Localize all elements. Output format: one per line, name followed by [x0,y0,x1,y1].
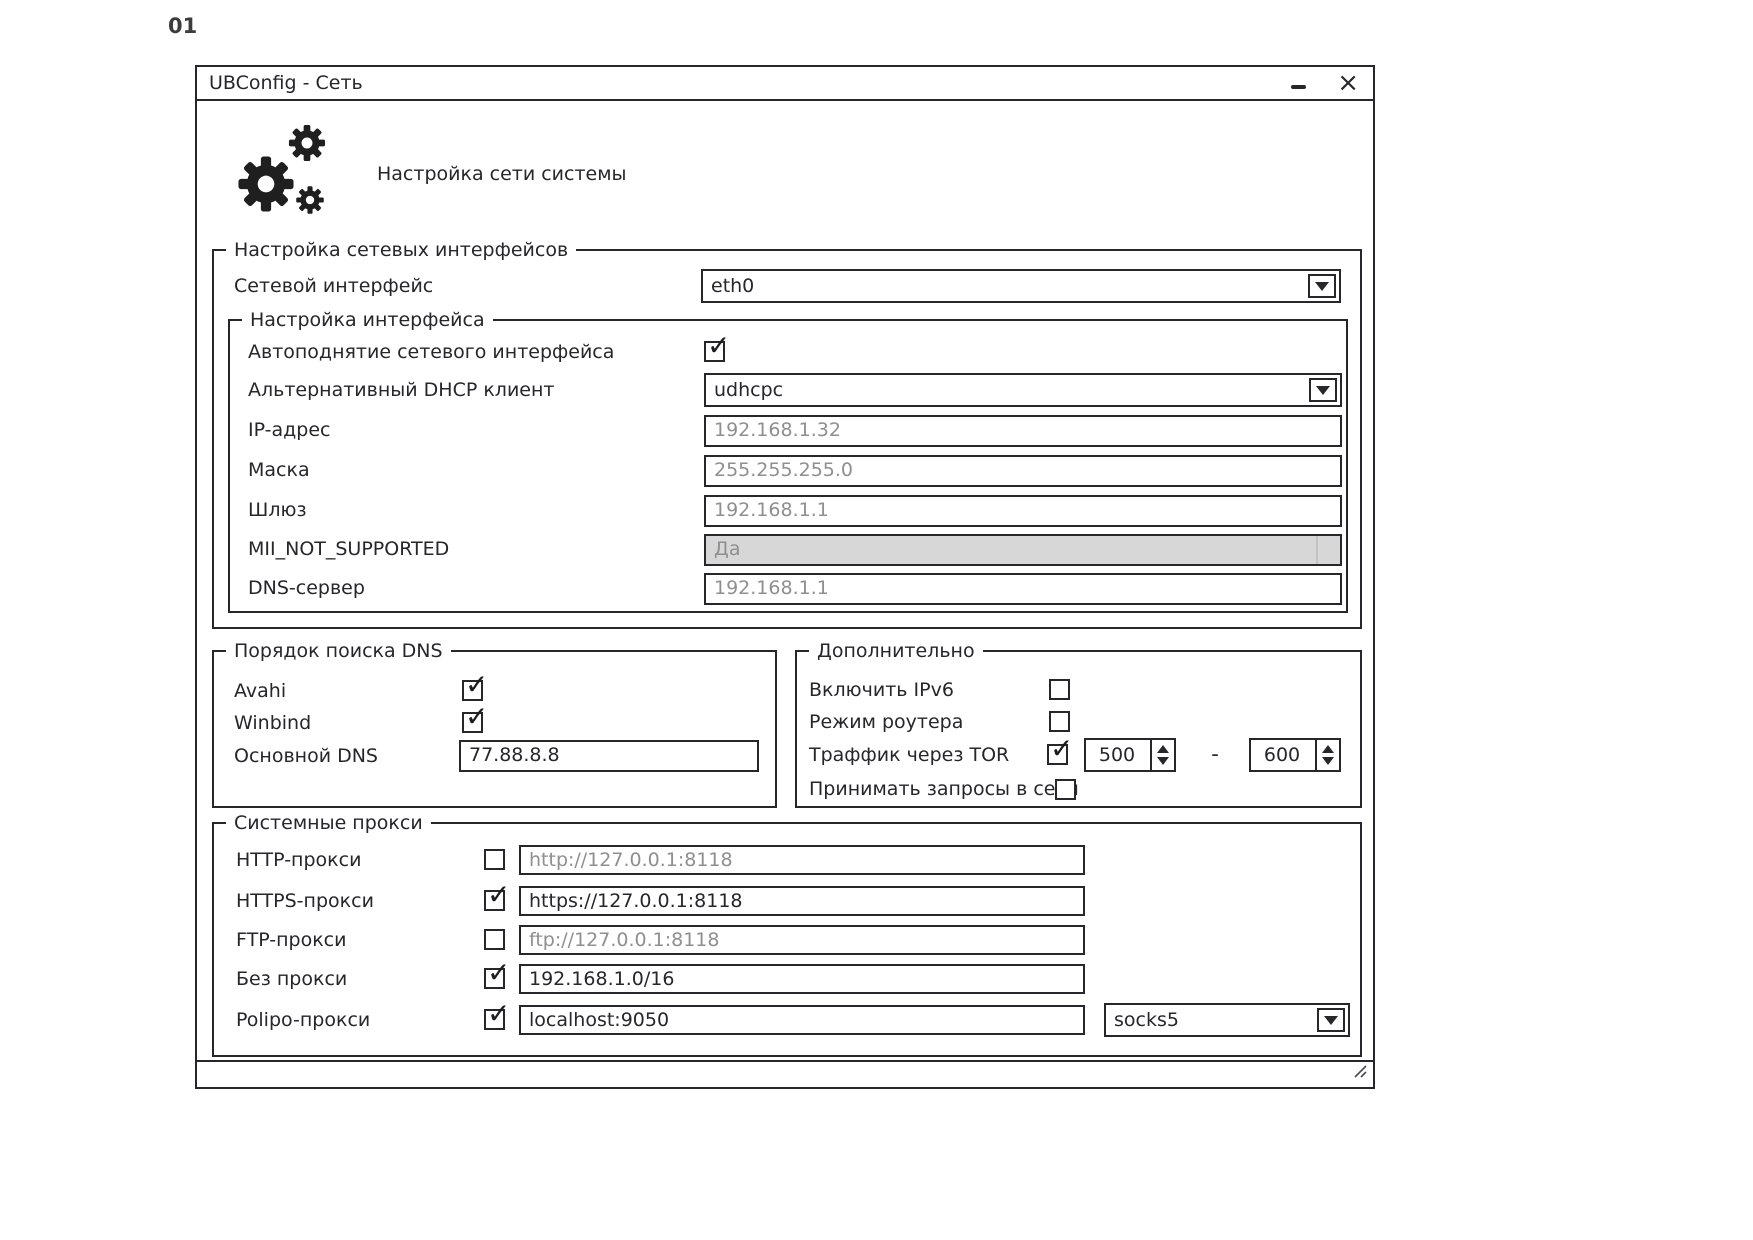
ftp-proxy-input[interactable]: ftp://127.0.0.1:8118 [519,925,1085,955]
group-interface-settings-legend: Настройка интерфейса [242,308,493,332]
title-bar: UBConfig - Сеть × [197,67,1373,101]
avahi-label: Avahi [234,680,286,702]
primary-dns-input[interactable]: 77.88.8.8 [459,740,759,772]
ftp-proxy-label: FTP-прокси [236,929,346,951]
dhcp-client-value: udhcpc [714,379,783,401]
ftp-proxy-checkbox[interactable] [484,929,505,950]
accept-requests-checkbox[interactable] [1055,779,1076,800]
tor-port-from-value: 500 [1086,744,1148,766]
tor-port-to-spinner[interactable]: 600 [1249,738,1341,772]
tor-port-to-value: 600 [1251,744,1313,766]
dhcp-client-label: Альтернативный DHCP клиент [248,379,554,401]
winbind-label: Winbind [234,712,311,734]
https-proxy-label: HTTPS-прокси [236,890,374,912]
mii-divider [1316,536,1318,564]
spinner-updown-icon[interactable] [1315,740,1339,770]
mii-label: MII_NOT_SUPPORTED [248,538,449,560]
page-number-label: 01 [168,14,197,38]
primary-dns-label: Основной DNS [234,745,378,767]
gears-icon [234,122,336,224]
minimize-icon [1291,85,1306,89]
netmask-label: Маска [248,459,310,481]
ip-address-label: IP-адрес [248,419,330,441]
ubconfig-window: UBConfig - Сеть × Настройка сети системы… [195,65,1375,1089]
group-interface-settings: Настройка интерфейса Автоподнятие сетево… [228,319,1348,613]
tor-checkbox[interactable] [1047,744,1068,765]
router-mode-checkbox[interactable] [1049,711,1070,732]
network-interface-select[interactable]: eth0 [701,269,1341,303]
close-button[interactable]: × [1337,73,1359,93]
group-dns-order: Порядок поиска DNS Avahi Winbind Основно… [212,650,777,808]
http-proxy-label: HTTP-прокси [236,849,361,871]
page-subtitle: Настройка сети системы [377,163,627,185]
http-proxy-checkbox[interactable] [484,849,505,870]
status-bar [197,1060,1373,1087]
mii-input: Да [704,534,1342,566]
mii-value: Да [714,538,741,560]
chevron-down-icon[interactable] [1317,1008,1345,1032]
network-interface-label: Сетевой интерфейс [234,275,433,297]
network-interface-value: eth0 [711,275,754,297]
minimize-button[interactable] [1289,73,1307,93]
router-mode-label: Режим роутера [809,711,963,733]
resize-grip[interactable] [1352,1063,1368,1083]
chevron-down-icon[interactable] [1309,378,1337,402]
ipv6-label: Включить IPv6 [809,679,954,701]
group-additional-legend: Дополнительно [809,639,983,663]
avahi-checkbox[interactable] [462,680,483,701]
spinner-updown-icon[interactable] [1150,740,1174,770]
auto-up-checkbox[interactable] [704,341,725,362]
group-system-proxy-legend: Системные прокси [226,811,431,835]
ipv6-checkbox[interactable] [1049,679,1070,700]
tor-port-from-spinner[interactable]: 500 [1084,738,1176,772]
tor-label: Траффик через TOR [809,744,1009,766]
winbind-checkbox[interactable] [462,712,483,733]
polipo-protocol-select[interactable]: socks5 [1104,1003,1350,1037]
gateway-input[interactable]: 192.168.1.1 [704,495,1342,527]
group-network-interfaces-legend: Настройка сетевых интерфейсов [226,238,576,262]
polipo-proxy-checkbox[interactable] [484,1009,505,1030]
polipo-protocol-value: socks5 [1114,1009,1179,1031]
polipo-proxy-label: Polipo-прокси [236,1009,370,1031]
group-network-interfaces: Настройка сетевых интерфейсов Сетевой ин… [212,249,1362,629]
no-proxy-input[interactable]: 192.168.1.0/16 [519,964,1085,994]
dhcp-client-select[interactable]: udhcpc [704,373,1342,407]
no-proxy-label: Без прокси [236,968,347,990]
accept-requests-label: Принимать запросы в сети [809,778,1079,800]
dns-server-label: DNS-сервер [248,577,365,599]
gateway-label: Шлюз [248,499,307,521]
range-dash: - [1193,742,1237,766]
group-dns-order-legend: Порядок поиска DNS [226,639,451,663]
netmask-input[interactable]: 255.255.255.0 [704,455,1342,487]
no-proxy-checkbox[interactable] [484,968,505,989]
group-additional: Дополнительно Включить IPv6 Режим роутер… [795,650,1362,808]
group-system-proxy: Системные прокси HTTP-прокси http://127.… [212,822,1362,1057]
https-proxy-checkbox[interactable] [484,890,505,911]
auto-up-label: Автоподнятие сетевого интерфейса [248,341,614,363]
chevron-down-icon[interactable] [1308,274,1336,298]
https-proxy-input[interactable]: https://127.0.0.1:8118 [519,886,1085,916]
ip-address-input[interactable]: 192.168.1.32 [704,415,1342,447]
http-proxy-input[interactable]: http://127.0.0.1:8118 [519,845,1085,875]
polipo-proxy-input[interactable]: localhost:9050 [519,1005,1085,1035]
window-title: UBConfig - Сеть [209,72,363,94]
dns-server-input[interactable]: 192.168.1.1 [704,573,1342,605]
